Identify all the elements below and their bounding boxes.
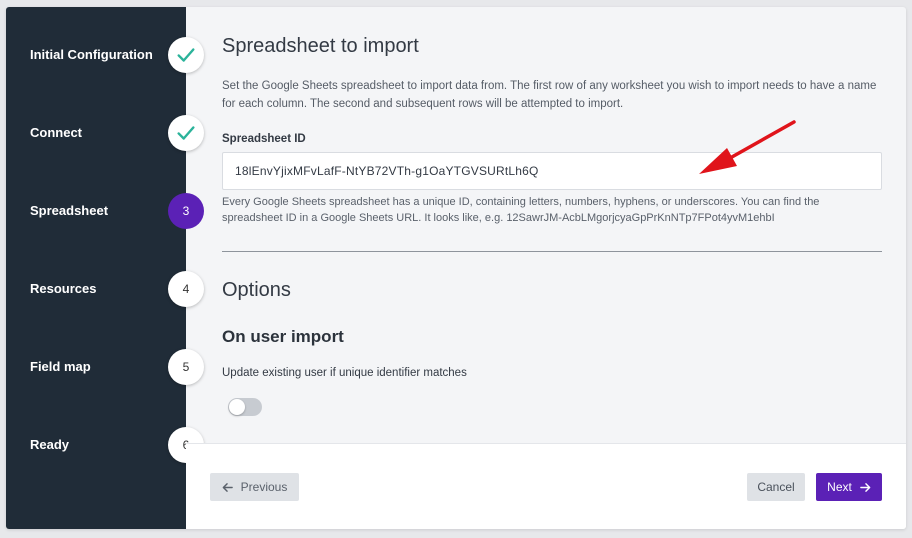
step-initial-configuration[interactable]: Initial Configuration: [6, 37, 206, 73]
cancel-button[interactable]: Cancel: [747, 473, 805, 501]
spreadsheet-id-input[interactable]: [222, 152, 882, 190]
toggle-knob: [229, 399, 245, 415]
step-label: Initial Configuration: [30, 47, 153, 62]
options-title: Options: [222, 279, 291, 301]
next-label: Next: [827, 480, 852, 494]
cancel-label: Cancel: [757, 480, 795, 494]
previous-button[interactable]: Previous: [210, 473, 299, 501]
section-title: Spreadsheet to import: [222, 35, 419, 57]
wizard-window: Initial Configuration Connect Spreadshee…: [6, 7, 906, 529]
previous-label: Previous: [240, 480, 288, 494]
step-resources[interactable]: Resources 4: [6, 271, 206, 307]
arrow-right-icon: [860, 482, 871, 492]
update-existing-user-label: Update existing user if unique identifie…: [222, 367, 467, 379]
next-button[interactable]: Next: [816, 473, 882, 501]
step-label: Connect: [30, 125, 82, 140]
section-divider: [222, 251, 882, 252]
spreadsheet-id-help: Every Google Sheets spreadsheet has a un…: [222, 196, 820, 224]
arrow-left-icon: [222, 482, 233, 492]
step-field-map[interactable]: Field map 5: [6, 349, 206, 385]
on-user-import-heading: On user import: [222, 327, 344, 346]
spreadsheet-id-label: Spreadsheet ID: [222, 133, 306, 145]
wizard-sidebar: Initial Configuration Connect Spreadshee…: [6, 7, 204, 529]
wizard-content: Spreadsheet to import Set the Google She…: [186, 7, 906, 529]
update-existing-user-toggle[interactable]: [228, 398, 262, 416]
step-connect[interactable]: Connect: [6, 115, 206, 151]
step-label: Resources: [30, 281, 97, 296]
section-description: Set the Google Sheets spreadsheet to imp…: [222, 80, 877, 110]
step-ready[interactable]: Ready 6: [6, 427, 206, 463]
step-label: Ready: [30, 437, 70, 452]
step-label: Spreadsheet: [30, 203, 109, 218]
wizard-footer: Previous Cancel Next: [186, 443, 906, 529]
step-spreadsheet[interactable]: Spreadsheet 3: [6, 193, 206, 229]
step-label: Field map: [30, 359, 91, 374]
